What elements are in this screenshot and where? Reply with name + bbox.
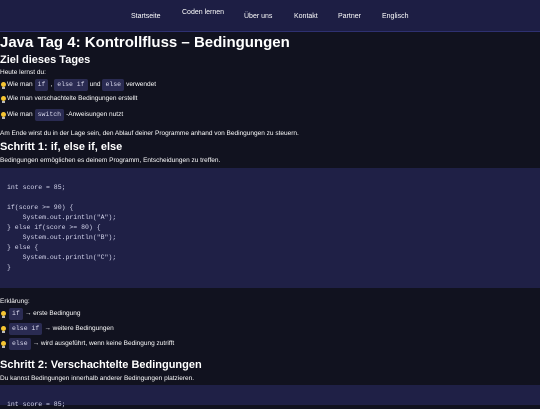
goal3-pre: Wie man <box>7 111 33 118</box>
code-block-1: int score = 85; if(score >= 90) { System… <box>0 168 540 288</box>
explain-item-3: else → wird ausgeführt, wenn keine Bedin… <box>0 338 174 350</box>
nav-partner[interactable]: Partner <box>338 12 361 21</box>
goal1-mid: und <box>89 81 101 88</box>
explain2-text: → weitere Bedingungen <box>44 325 114 332</box>
code-line: System.out.println("A"); <box>7 214 117 221</box>
goal1-pre: Wie man <box>7 81 33 88</box>
explain-item-2: else if → weitere Bedingungen <box>0 323 114 335</box>
nav-startseite[interactable]: Startseite <box>131 12 161 21</box>
lightbulb-icon <box>0 111 6 119</box>
step1-heading: Schritt 1: if, else if, else <box>0 141 123 153</box>
code-else-if: else if <box>9 323 43 335</box>
goal-item-2: Wie man verschachtelte Bedingungen erste… <box>0 94 137 104</box>
step2-intro: Du kannst Bedingungen innerhalb anderer … <box>0 375 195 382</box>
lightbulb-icon <box>0 340 6 348</box>
code-if: if <box>34 79 49 91</box>
explain-item-1: if → erste Bedingung <box>0 308 80 320</box>
code-line: System.out.println("B"); <box>7 234 117 241</box>
code-block-2: int score = 85; <box>0 385 540 408</box>
step2-heading: Schritt 2: Verschachtelte Bedingungen <box>0 359 202 371</box>
explain1-text: → erste Bedingung <box>24 310 81 317</box>
code-else-if: else if <box>54 79 88 91</box>
code-line: } <box>7 264 11 271</box>
lightbulb-icon <box>0 81 6 89</box>
lightbulb-icon <box>0 310 6 318</box>
lightbulb-icon <box>0 95 6 103</box>
nav-kontakt[interactable]: Kontakt <box>294 12 318 21</box>
code-line: System.out.println("C"); <box>7 254 117 261</box>
code-line: if(score >= 90) { <box>7 204 74 211</box>
goal1-sep: , <box>50 81 53 88</box>
code-line: int score = 85; <box>7 184 66 191</box>
code-if: if <box>9 308 23 320</box>
goal-item-3: Wie man switch -Anweisungen nutzt <box>0 109 123 121</box>
code-line: } else if(score >= 80) { <box>7 224 101 231</box>
step1-intro: Bedingungen ermöglichen es deinem Progra… <box>0 157 221 164</box>
page-title: Java Tag 4: Kontrollfluss – Bedingungen <box>0 34 290 51</box>
code-else: else <box>9 338 31 350</box>
nav-coden-lernen[interactable]: Coden lernen <box>182 8 224 17</box>
nav-ueber-uns[interactable]: Über uns <box>244 12 272 21</box>
nav-englisch[interactable]: Englisch <box>382 12 408 21</box>
explain-label: Erklärung: <box>0 298 30 305</box>
top-nav: Startseite Coden lernen Über uns Kontakt… <box>0 0 540 32</box>
lightbulb-icon <box>0 325 6 333</box>
code-else: else <box>102 79 125 91</box>
goals-intro: Heute lernst du: <box>0 69 46 76</box>
goals-heading: Ziel dieses Tages <box>0 54 91 66</box>
goal1-post: verwendet <box>126 81 157 88</box>
goals-outro: Am Ende wirst du in der Lage sein, den A… <box>0 130 299 137</box>
code-line: } else { <box>7 244 39 251</box>
goal-item-1: Wie man if , else if und else verwendet <box>0 79 156 91</box>
goal3-post: -Anweisungen nutzt <box>66 111 124 118</box>
explain3-text: → wird ausgeführt, wenn keine Bedingung … <box>32 340 175 347</box>
goal2-text: Wie man verschachtelte Bedingungen erste… <box>7 95 138 102</box>
code-switch: switch <box>34 109 65 121</box>
